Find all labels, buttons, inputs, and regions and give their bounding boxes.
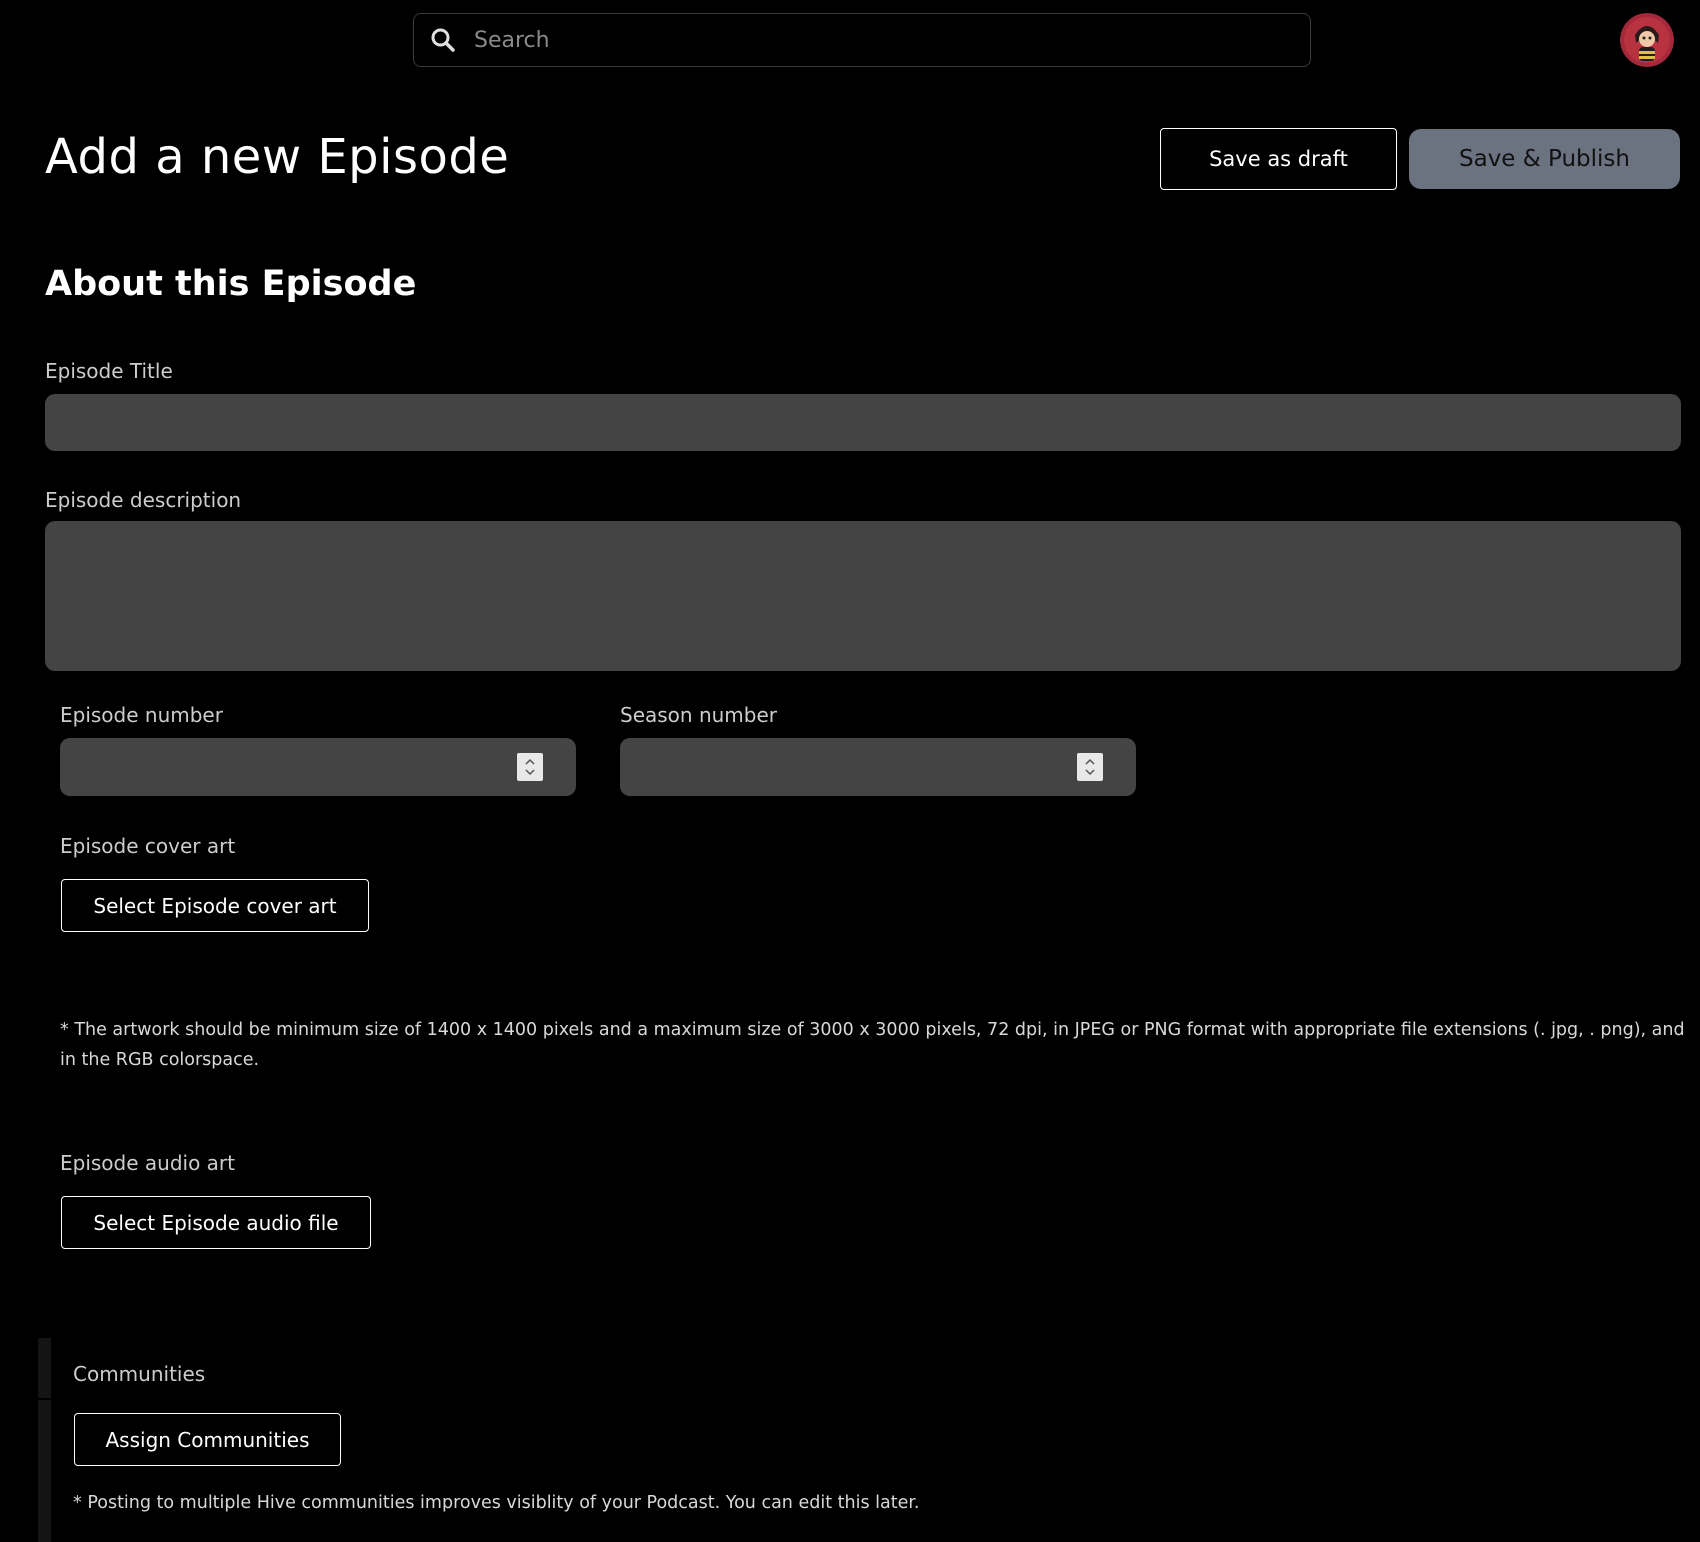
search-icon [428,25,458,55]
page-title: Add a new Episode [45,129,510,185]
assign-communities-button[interactable]: Assign Communities [74,1413,341,1466]
audio-label: Episode audio art [60,1151,235,1175]
communities-bar-notch [38,1398,51,1400]
communities-label: Communities [73,1362,206,1386]
section-title: About this Episode [45,264,417,304]
season-number-stepper-icon[interactable] [1077,753,1103,781]
select-audio-file-button[interactable]: Select Episode audio file [61,1196,371,1249]
episode-number-input[interactable] [60,738,576,796]
episode-description-label: Episode description [45,488,242,512]
save-publish-button[interactable]: Save & Publish [1409,129,1680,189]
episode-number-label: Episode number [60,703,223,727]
season-number-input[interactable] [620,738,1136,796]
cover-art-label: Episode cover art [60,834,236,858]
select-cover-art-button[interactable]: Select Episode cover art [61,879,369,932]
season-number-label: Season number [620,703,778,727]
episode-description-textarea[interactable] [45,521,1681,671]
episode-title-input[interactable] [45,394,1681,451]
save-draft-button[interactable]: Save as draft [1160,128,1397,190]
avatar[interactable] [1620,13,1674,67]
search-input[interactable] [472,13,1310,67]
episode-number-stepper-icon[interactable] [517,753,543,781]
communities-section-bar [38,1338,51,1542]
episode-title-label: Episode Title [45,359,173,383]
communities-note: * Posting to multiple Hive communities i… [73,1493,920,1513]
search-box[interactable] [413,13,1311,67]
top-bar [0,0,1700,82]
cover-art-note: * The artwork should be minimum size of … [60,1020,1685,1070]
